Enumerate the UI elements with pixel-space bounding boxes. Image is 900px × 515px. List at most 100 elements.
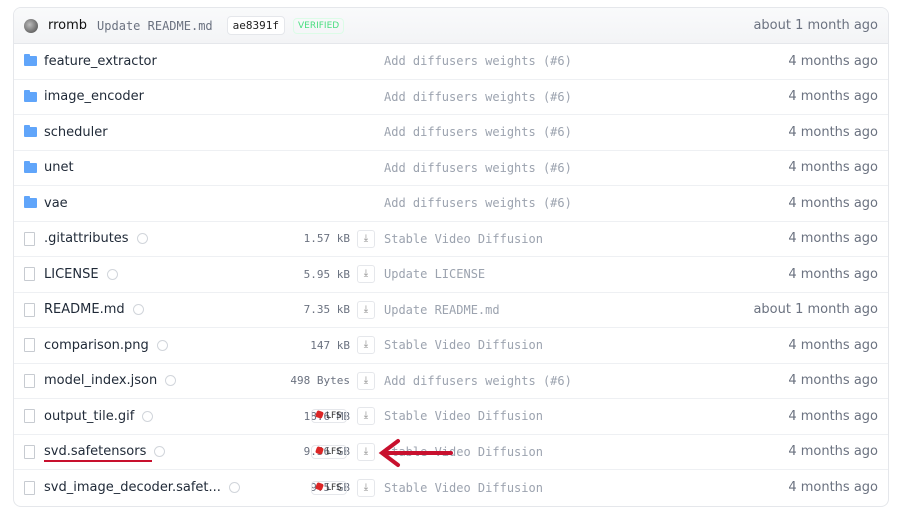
commit-date: 4 months ago [788,408,878,424]
file-row: output_tile.gif 18.6 MB LFS ⤓ Stable Video … [14,399,888,435]
commit-message[interactable]: Add diffusers weights (#6) [384,374,572,388]
file-name[interactable]: README.md [44,302,125,317]
commit-date: 4 months ago [788,89,878,105]
verified-badge: VERIFIED [293,17,345,34]
commit-date: 4 months ago [788,160,878,176]
lfs-icon [315,410,324,420]
file-name[interactable]: output_tile.gif [44,409,134,424]
file-row: .gitattributes 1.57 kB ⤓ Stable Video Diff… [14,222,888,257]
commit-date: 4 months ago [788,53,878,69]
file-row: README.md 7.35 kB ⤓ Update README.md about… [14,293,888,328]
file-name[interactable]: feature_extractor [44,54,157,69]
download-button[interactable]: ⤓ [357,371,375,390]
file-size: 7.35 kB [303,303,350,317]
file-size: 5.95 kB [303,267,350,281]
download-button[interactable]: ⤓ [357,478,375,497]
commit-message[interactable]: Stable Video Diffusion [384,481,543,495]
file-name[interactable]: svd_image_decoder.safet... [44,480,221,495]
folder-icon [24,89,44,102]
commit-author[interactable]: rromb [48,18,87,33]
lfs-badge: LFS [311,409,347,424]
commit-hash[interactable]: ae8391f [226,16,285,35]
commit-message[interactable]: Add diffusers weights (#6) [384,125,572,139]
commit-message[interactable]: Stable Video Diffusion [384,338,543,352]
annotation-arrow-icon [378,439,453,467]
file-size: 147 kB [310,338,350,352]
commit-message[interactable]: Add diffusers weights (#6) [384,196,572,210]
security-check-icon[interactable] [106,268,118,280]
file-row: feature_extractor Add diffusers weights (… [14,44,888,80]
annotation-underline [44,460,152,462]
download-button[interactable]: ⤓ [357,300,375,319]
security-check-icon[interactable] [154,446,166,458]
file-row: svd_image_decoder.safet... 9.5 GB LFS ⤓ Sta… [14,470,888,506]
commit-date: 4 months ago [788,337,878,353]
security-check-icon[interactable] [132,304,144,316]
file-row: LICENSE 5.95 kB ⤓ Update LICENSE 4 months … [14,257,888,293]
folder-icon [24,125,44,138]
folder-icon [24,196,44,209]
commit-message[interactable]: Add diffusers weights (#6) [384,90,572,104]
file-name[interactable]: model_index.json [44,373,157,388]
last-commit-bar: rromb Update README.md ae8391f VERIFIED … [14,8,888,44]
download-button[interactable]: ⤓ [357,442,375,461]
commit-date: 4 months ago [788,480,878,496]
commit-message[interactable]: Update README.md [97,19,213,33]
file-icon [24,480,44,495]
download-button[interactable]: ⤓ [357,336,375,355]
lfs-icon [315,481,324,491]
folder-icon [24,160,44,173]
file-icon [24,302,44,317]
file-icon [24,267,44,282]
file-name[interactable]: image_encoder [44,89,144,104]
commit-message[interactable]: Update README.md [384,303,500,317]
file-icon [24,373,44,388]
lfs-badge: LFS [311,444,347,459]
file-icon [24,409,44,424]
security-check-icon[interactable] [142,410,154,422]
file-name[interactable]: unet [44,160,74,175]
download-button[interactable]: ⤓ [357,229,375,248]
file-row: scheduler Add diffusers weights (#6) 4 mo… [14,115,888,151]
file-icon [24,231,44,246]
file-row: image_encoder Add diffusers weights (#6) … [14,80,888,115]
file-name[interactable]: scheduler [44,125,108,140]
commit-date: about 1 month ago [753,18,878,33]
file-icon [24,444,44,459]
commit-date: 4 months ago [788,195,878,211]
file-icon [24,338,44,353]
file-size: 1.57 kB [303,232,350,246]
file-size: 498 Bytes [290,374,350,388]
commit-date: 4 months ago [788,373,878,389]
commit-date: 4 months ago [788,444,878,460]
commit-message[interactable]: Stable Video Diffusion [384,232,543,246]
file-name[interactable]: vae [44,196,68,211]
security-check-icon[interactable] [156,339,168,351]
security-check-icon[interactable] [136,233,148,245]
commit-message[interactable]: Stable Video Diffusion [384,409,543,423]
file-name[interactable]: comparison.png [44,338,149,353]
commit-message[interactable]: Add diffusers weights (#6) [384,54,572,68]
security-check-icon[interactable] [165,375,177,387]
file-name[interactable]: LICENSE [44,267,99,282]
download-button[interactable]: ⤓ [357,407,375,426]
file-row: model_index.json 498 Bytes ⤓ Add diffusers… [14,364,888,399]
file-row: vae Add diffusers weights (#6) 4 months a… [14,186,888,222]
file-row: comparison.png 147 kB ⤓ Stable Video Diffu… [14,328,888,364]
file-list: rromb Update README.md ae8391f VERIFIED … [13,7,889,507]
file-name[interactable]: svd.safetensors [44,444,146,459]
download-button[interactable]: ⤓ [357,265,375,284]
lfs-badge: LFS [311,480,347,495]
commit-date: 4 months ago [788,124,878,140]
commit-date: 4 months ago [788,231,878,247]
commit-date: about 1 month ago [753,302,878,318]
folder-icon [24,54,44,67]
avatar[interactable] [24,18,38,33]
file-name[interactable]: .gitattributes [44,231,129,246]
commit-date: 4 months ago [788,266,878,282]
lfs-icon [315,445,324,455]
security-check-icon[interactable] [228,482,240,494]
file-row: unet Add diffusers weights (#6) 4 months … [14,151,888,186]
commit-message[interactable]: Update LICENSE [384,267,485,281]
commit-message[interactable]: Add diffusers weights (#6) [384,161,572,175]
